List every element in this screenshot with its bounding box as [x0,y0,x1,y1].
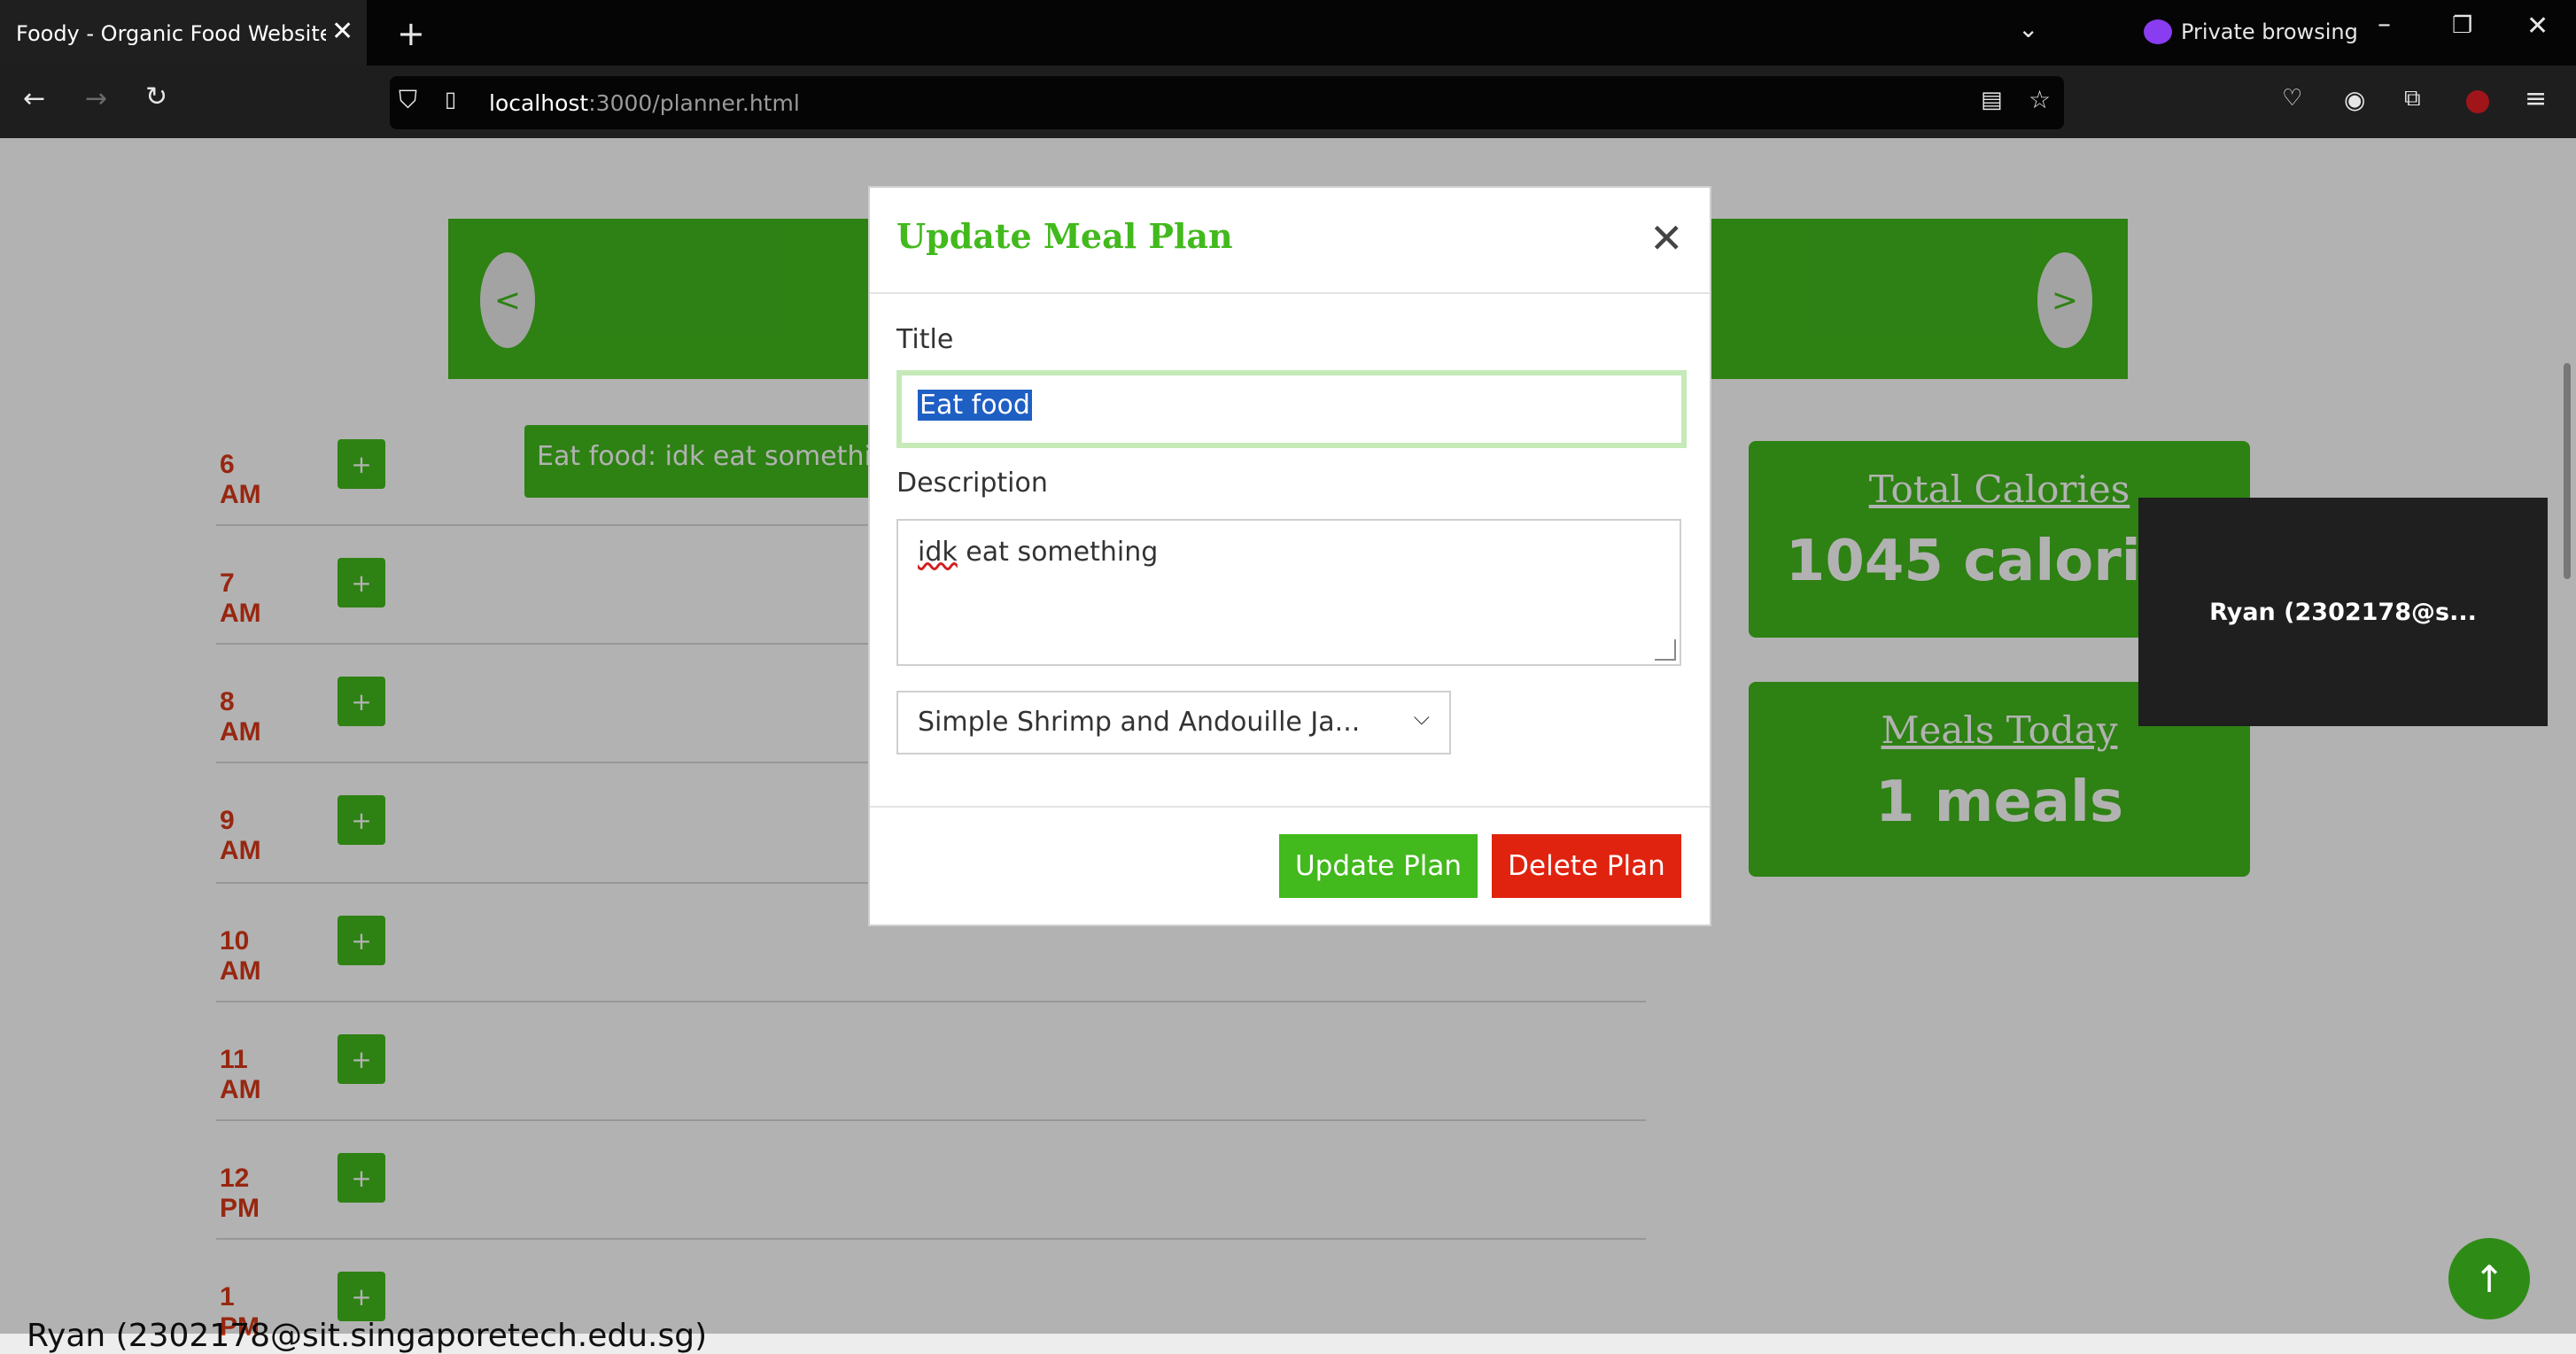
new-tab-button[interactable]: + [397,14,425,53]
tab-list-chevron-icon[interactable]: ⌄ [2018,14,2038,43]
pocket-icon[interactable]: ♡ [2282,85,2302,112]
title-input-value: Eat food [918,390,1032,421]
modal-header-divider [870,292,1710,294]
url-path: :3000/planner.html [588,90,800,116]
menu-hamburger-icon[interactable]: ≡ [2525,83,2547,114]
participant-name: Ryan (2302178@s... [2209,598,2477,626]
close-window-icon[interactable]: ✕ [2526,11,2549,42]
tab-title: Foody - Organic Food Website Tem [16,21,326,46]
back-arrow-icon[interactable]: ← [23,83,45,114]
shield-icon[interactable]: ⛉ [399,85,417,115]
scroll-to-top-button[interactable]: ↑ [2448,1238,2530,1319]
extensions-icon[interactable]: ⧉ [2404,85,2421,112]
reader-view-icon[interactable]: ▤ [1981,87,2003,113]
account-icon[interactable]: ◉ [2344,85,2365,114]
restore-window-icon[interactable]: ❐ [2452,12,2472,39]
minimize-window-icon[interactable]: – [2378,9,2391,40]
title-input[interactable]: Eat food [896,370,1687,448]
reload-icon[interactable]: ↻ [145,81,167,112]
update-plan-button[interactable]: Update Plan [1279,834,1478,898]
page-scrollbar[interactable] [2564,363,2571,579]
modal-footer-divider [870,806,1710,808]
private-browsing-icon [2144,19,2172,44]
description-textarea[interactable]: idk eat something [896,519,1681,666]
chevron-down-icon: ⌵ [1413,705,1430,730]
misspelled-word: idk [918,537,958,568]
description-label: Description [896,468,1048,499]
update-meal-plan-modal: Update Meal Plan ✕ Title Eat food Descri… [868,186,1711,926]
resize-handle-icon[interactable] [1655,639,1676,661]
title-label: Title [896,324,954,355]
description-value: idk eat something [918,537,1158,568]
ublock-icon[interactable] [2466,90,2489,113]
close-icon[interactable]: ✕ [1649,214,1684,262]
recipe-select[interactable]: Simple Shrimp and Andouille Ja... ⌵ [896,691,1451,754]
delete-plan-button[interactable]: Delete Plan [1492,834,1681,898]
forward-arrow-icon[interactable]: → [85,83,107,114]
page-info-icon[interactable]: ▯ [445,87,456,112]
url-host: localhost [489,90,589,116]
url-text[interactable]: localhost:3000/planner.html [489,90,800,116]
recipe-select-value: Simple Shrimp and Andouille Ja... [918,707,1361,738]
video-call-tile: Ryan (2302178@s... [2138,498,2548,726]
tab-close-icon[interactable]: ✕ [331,16,353,47]
description-rest: eat something [957,537,1159,568]
private-browsing-label: Private browsing [2181,19,2358,44]
browser-tab[interactable]: Foody - Organic Food Website Tem ✕ [0,0,367,66]
modal-title: Update Meal Plan [896,216,1233,256]
bookmark-star-icon[interactable]: ☆ [2029,85,2051,114]
